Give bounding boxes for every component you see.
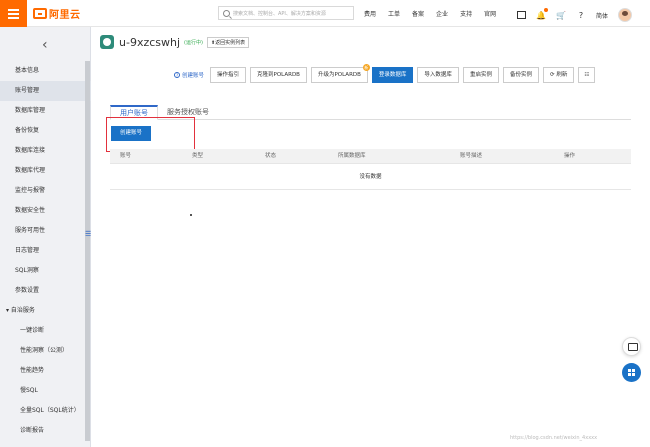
instance-header: u-9xzcswhj (运行中) ⬆返回实例列表 xyxy=(100,35,250,49)
sidebar-item-performance-trend[interactable]: 性能趋势 xyxy=(0,361,91,381)
language-switch[interactable]: 简体 xyxy=(596,11,608,20)
sidebar-item-basic-info[interactable]: 基本信息 xyxy=(0,61,91,81)
aliyun-logo[interactable]: 阿里云 xyxy=(33,7,81,21)
sidebar-item-db-proxy[interactable]: 数据库代理 xyxy=(0,161,91,181)
bell-icon[interactable]: 🔔 xyxy=(536,8,548,20)
watermark: https://blog.csdn.net/weixin_4xxxx xyxy=(510,435,598,441)
sidebar-item-sql-insight[interactable]: SQL洞察 xyxy=(0,261,91,281)
account-panel: 用户账号 服务授权账号 创建账号 账号 类型 状态 所属数据库 账号描述 操作 … xyxy=(106,105,631,190)
help-create-account-link[interactable]: ? 创建账号 xyxy=(174,71,204,79)
sidebar-item-availability[interactable]: 服务可用性 xyxy=(0,221,91,241)
table-empty-message: 没有数据 xyxy=(110,164,631,190)
chevron-left-icon[interactable]: ‹ xyxy=(42,37,48,53)
nav-enterprise[interactable]: 企业 xyxy=(436,9,448,18)
nav-fees[interactable]: 费用 xyxy=(364,9,376,18)
search-icon xyxy=(223,9,230,17)
nav-support[interactable]: 支持 xyxy=(460,9,472,18)
col-status: 状态 xyxy=(265,153,277,159)
col-type: 类型 xyxy=(192,153,204,159)
refresh-button[interactable]: ⟳ 刷新 xyxy=(542,67,575,83)
top-navbar: 阿里云 搜索文档、控制台、API、解决方案和资源 费用 工单 备案 企业 支持 … xyxy=(0,0,650,27)
sidebar-drag-handle-icon[interactable]: ☰ xyxy=(85,230,91,238)
top-nav-links: 费用 工单 备案 企业 支持 官网 xyxy=(364,9,508,18)
nav-official-site[interactable]: 官网 xyxy=(484,9,496,18)
sidebar-item-diagnosis-report[interactable]: 诊断报告 xyxy=(0,421,91,441)
backup-instance-button[interactable]: 备份实例 xyxy=(502,67,539,83)
new-badge: 新 xyxy=(362,64,370,71)
list-menu-icon[interactable]: ☷ xyxy=(578,67,596,83)
nav-tickets[interactable]: 工单 xyxy=(388,9,400,18)
table-header: 账号 类型 状态 所属数据库 账号描述 操作 xyxy=(110,149,631,164)
menu-icon[interactable] xyxy=(0,0,27,27)
restart-instance-button[interactable]: 重启实例 xyxy=(462,67,499,83)
upgrade-to-polardb-button[interactable]: 升级为POLARDB 新 xyxy=(310,64,370,83)
sidebar-item-one-click-diagnosis[interactable]: 一键诊断 xyxy=(0,321,91,341)
top-icon-group: 🔔 🛒 ? 简体 xyxy=(517,8,633,22)
logo-mark-icon xyxy=(33,8,47,19)
back-to-list-button[interactable]: ⬆返回实例列表 xyxy=(206,36,250,48)
apps-grid-icon[interactable] xyxy=(622,363,641,382)
stray-dot xyxy=(190,214,192,216)
sidebar-item-full-sql[interactable]: 全量SQL（SQL统计） xyxy=(0,401,91,421)
nav-icp[interactable]: 备案 xyxy=(412,9,424,18)
sidebar-item-logs[interactable]: 日志管理 xyxy=(0,241,91,261)
col-account: 账号 xyxy=(120,153,132,159)
avatar[interactable] xyxy=(618,8,633,22)
sidebar-scrollbar[interactable] xyxy=(85,61,90,441)
sidebar-item-monitoring[interactable]: 监控与报警 xyxy=(0,181,91,201)
sidebar-item-performance-insight[interactable]: 性能洞察（公测） xyxy=(0,341,91,361)
sidebar-item-db-connection[interactable]: 数据库连接 xyxy=(0,141,91,161)
sidebar-group-autonomy[interactable]: 自治服务 xyxy=(0,301,91,321)
sidebar-item-database-management[interactable]: 数据库管理 xyxy=(0,101,91,121)
sidebar: ‹ 基本信息 账号管理 数据库管理 备份恢复 数据库连接 数据库代理 监控与报警… xyxy=(0,27,91,447)
sidebar-item-account-management[interactable]: 账号管理 xyxy=(0,81,91,101)
search-placeholder: 搜索文档、控制台、API、解决方案和资源 xyxy=(233,10,326,17)
upgrade-label: 升级为POLARDB xyxy=(317,72,361,78)
sidebar-item-slow-sql[interactable]: 慢SQL xyxy=(0,381,91,401)
instance-name: u-9xzcswhj xyxy=(119,35,181,49)
sidebar-item-data-security[interactable]: 数据安全性 xyxy=(0,201,91,221)
chat-icon[interactable] xyxy=(622,337,641,356)
question-icon: ? xyxy=(174,72,180,78)
create-account-button[interactable]: 创建账号 xyxy=(111,126,152,141)
col-description: 账号描述 xyxy=(460,153,483,159)
import-database-button[interactable]: 导入数据库 xyxy=(417,67,459,83)
sidebar-item-parameters[interactable]: 参数设置 xyxy=(0,281,91,301)
col-actions: 操作 xyxy=(564,153,576,159)
instance-toolbar: ? 创建账号 操作指引 克隆到POLARDB 升级为POLARDB 新 登录数据库 … xyxy=(174,64,599,83)
logo-text: 阿里云 xyxy=(49,10,81,21)
login-database-button[interactable]: 登录数据库 xyxy=(371,67,414,83)
help-link-label: 创建账号 xyxy=(182,73,205,79)
clone-to-polardb-button[interactable]: 克隆到POLARDB xyxy=(250,67,307,83)
sidebar-menu: 基本信息 账号管理 数据库管理 备份恢复 数据库连接 数据库代理 监控与报警 数… xyxy=(0,61,91,441)
col-database: 所属数据库 xyxy=(338,153,366,159)
help-icon[interactable]: ? xyxy=(576,10,586,20)
sidebar-item-backup-restore[interactable]: 备份恢复 xyxy=(0,121,91,141)
refresh-label: 刷新 xyxy=(556,72,568,78)
search-input[interactable]: 搜索文档、控制台、API、解决方案和资源 xyxy=(218,6,354,20)
terminal-icon[interactable] xyxy=(517,11,526,19)
guide-button[interactable]: 操作指引 xyxy=(210,67,247,83)
instance-icon xyxy=(100,35,114,49)
cart-icon[interactable]: 🛒 xyxy=(556,10,566,20)
instance-status: (运行中) xyxy=(184,39,203,46)
